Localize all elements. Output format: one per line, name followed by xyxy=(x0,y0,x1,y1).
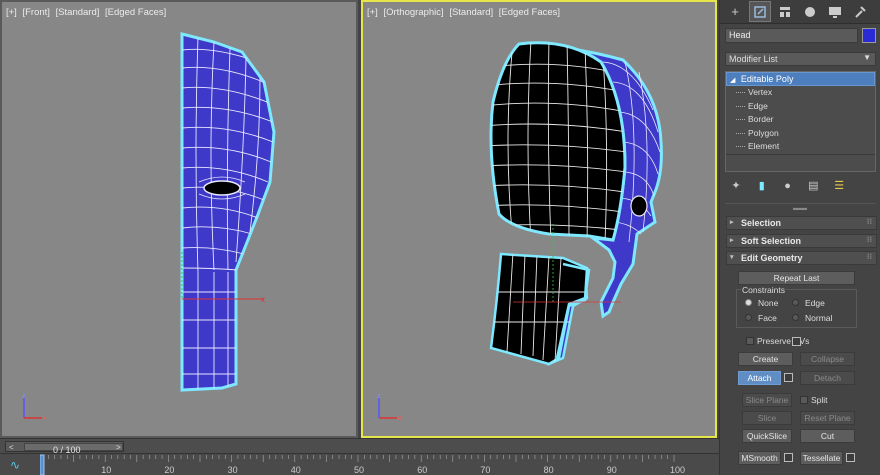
display-icon[interactable] xyxy=(824,1,846,22)
track-bar[interactable]: ∿ 0102030405060708090100 xyxy=(0,453,719,475)
ruler-tick-label: 30 xyxy=(228,465,238,475)
slice-plane-button[interactable]: Slice Plane xyxy=(742,393,792,407)
preserve-uvs-checkbox[interactable] xyxy=(746,337,754,345)
constraint-face-label: Face xyxy=(758,313,777,323)
axis-z-label: z xyxy=(22,393,26,400)
ruler-tick-label: 40 xyxy=(291,465,301,475)
msmooth-settings-icon[interactable] xyxy=(784,453,793,462)
front-head-mesh[interactable]: x z x xyxy=(2,2,356,436)
repeat-last-button[interactable]: Repeat Last xyxy=(738,271,855,285)
create-icon[interactable]: + xyxy=(724,1,746,22)
svg-text:x: x xyxy=(261,295,265,304)
utilities-icon[interactable] xyxy=(849,1,871,22)
msmooth-button[interactable]: MSmooth xyxy=(738,451,781,465)
ruler-tick-label: 10 xyxy=(101,465,111,475)
orthographic-viewport[interactable]: [+] [Orthographic] [Standard] [Edged Fac… xyxy=(361,0,717,438)
current-frame-marker[interactable] xyxy=(40,454,45,475)
drag-grip[interactable]: ▬▬ xyxy=(793,205,807,212)
configure-modifier-sets-icon[interactable]: ☰ xyxy=(831,178,847,194)
rollout-title: Soft Selection xyxy=(741,236,802,246)
ruler-tick-label: 100 xyxy=(670,465,685,475)
ruler-tick-label: 60 xyxy=(417,465,427,475)
constraint-face-radio[interactable] xyxy=(745,314,752,321)
stack-item-editable-poly[interactable]: ◢ Editable Poly xyxy=(726,72,875,86)
curve-editor-icon[interactable]: ∿ xyxy=(10,458,20,472)
constraint-none-radio[interactable] xyxy=(745,299,752,306)
constraints-label: Constraints xyxy=(741,285,786,295)
rollout-edit-geometry[interactable]: ▾ Edit Geometry ⁝⁝ xyxy=(726,251,877,265)
constraint-normal-label: Normal xyxy=(805,313,833,323)
stack-subobject-polygon[interactable]: Polygon xyxy=(726,127,875,141)
split-label: Split xyxy=(811,395,828,405)
ortho-head-mesh[interactable]: z x xyxy=(363,2,715,436)
command-panel-tabs: + xyxy=(720,0,880,24)
ruler-tick-label: 80 xyxy=(544,465,554,475)
collapse-triangle-icon: ▸ xyxy=(730,237,734,244)
stack-divider xyxy=(726,154,875,155)
constraint-none-label: None xyxy=(758,298,779,308)
chevron-down-icon: ▼ xyxy=(863,53,871,62)
attach-button[interactable]: Attach xyxy=(738,371,781,385)
modifier-stack: ◢ Editable Poly Vertex Edge Border Polyg… xyxy=(725,71,876,172)
constraint-edge-radio[interactable] xyxy=(792,299,799,306)
rollout-selection[interactable]: ▸ Selection ⁝⁝ xyxy=(726,216,877,230)
split-checkbox[interactable] xyxy=(800,396,808,404)
create-button[interactable]: Create xyxy=(738,352,793,366)
modify-icon[interactable] xyxy=(749,1,771,22)
stack-subobject-element[interactable]: Element xyxy=(726,140,875,154)
tessellate-button[interactable]: Tessellate xyxy=(800,451,843,465)
attach-list-icon[interactable] xyxy=(784,373,793,382)
axis-z-label: z xyxy=(377,393,381,400)
rollout-grip-icon: ⁝⁝ xyxy=(866,252,872,261)
rollout-soft-selection[interactable]: ▸ Soft Selection ⁝⁝ xyxy=(726,234,877,248)
time-slider-thumb[interactable]: 0 / 100 xyxy=(24,443,123,455)
collapse-triangle-icon: ▸ xyxy=(730,219,734,226)
slice-button[interactable]: Slice xyxy=(742,411,792,425)
axis-x-label: x xyxy=(398,415,402,422)
stack-subobject-border[interactable]: Border xyxy=(726,113,875,127)
rollout-grip-icon: ⁝⁝ xyxy=(866,235,872,244)
cut-button[interactable]: Cut xyxy=(800,429,855,443)
ruler-tick-label: 70 xyxy=(480,465,490,475)
axis-x-label: x xyxy=(43,415,47,422)
tessellate-settings-icon[interactable] xyxy=(846,453,855,462)
detach-button[interactable]: Detach xyxy=(800,371,855,385)
motion-icon[interactable] xyxy=(799,1,821,22)
ruler-tick-label: 90 xyxy=(607,465,617,475)
quickslice-button[interactable]: QuickSlice xyxy=(742,429,792,443)
ruler-tick-label: 20 xyxy=(164,465,174,475)
reset-plane-button[interactable]: Reset Plane xyxy=(800,411,855,425)
expand-triangle-icon[interactable]: ◢ xyxy=(730,77,735,84)
pin-stack-icon[interactable]: ✦ xyxy=(728,178,744,194)
hierarchy-icon[interactable] xyxy=(774,1,796,22)
collapse-button[interactable]: Collapse xyxy=(800,352,855,366)
trash-icon[interactable]: ▤ xyxy=(805,178,821,194)
constraint-edge-label: Edge xyxy=(805,298,825,308)
time-slider-bar: < 0 / 100 > xyxy=(0,438,719,455)
expand-triangle-icon: ▾ xyxy=(730,254,734,261)
show-end-result-icon[interactable]: ▮ xyxy=(754,178,770,194)
stack-toolbar: ✦ ▮ ● ▤ ☰ xyxy=(728,178,873,194)
prev-frame-icon[interactable]: < xyxy=(9,443,14,452)
modifier-list-dropdown[interactable]: Modifier List ▼ xyxy=(725,52,876,66)
preserve-uvs-label: Preserve UVs xyxy=(757,336,810,346)
next-frame-icon[interactable]: > xyxy=(116,443,121,452)
stack-item-label: Editable Poly xyxy=(740,74,794,84)
front-viewport[interactable]: [+] [Front] [Standard] [Edged Faces] x z… xyxy=(0,0,358,438)
stack-subobject-vertex[interactable]: Vertex xyxy=(726,86,875,100)
constraint-normal-radio[interactable] xyxy=(792,314,799,321)
panel-divider xyxy=(725,203,876,204)
make-unique-icon[interactable]: ● xyxy=(780,178,796,194)
rollout-title: Selection xyxy=(741,218,782,228)
stack-subobject-edge[interactable]: Edge xyxy=(726,100,875,114)
ruler-tick-label: 50 xyxy=(354,465,364,475)
rollout-grip-icon: ⁝⁝ xyxy=(866,217,872,226)
frame-ruler[interactable]: 0102030405060708090100 xyxy=(40,454,719,475)
rollout-title: Edit Geometry xyxy=(741,253,803,263)
object-color-swatch[interactable] xyxy=(862,28,876,43)
modifier-list-label: Modifier List xyxy=(729,54,778,64)
object-name-field[interactable]: Head xyxy=(725,28,858,43)
time-slider[interactable]: < 0 / 100 > xyxy=(5,441,124,455)
settings-icon[interactable] xyxy=(792,337,801,346)
